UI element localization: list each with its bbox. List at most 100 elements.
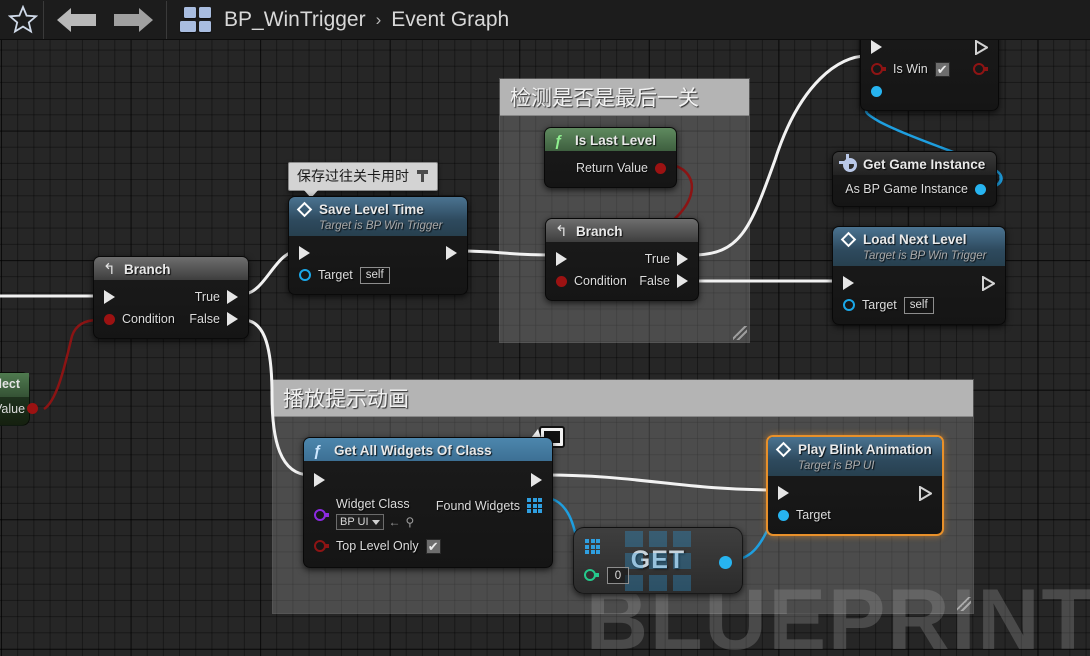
node-branch-left[interactable]: ↰ Branch True Condition False — [93, 256, 249, 339]
node-is-last-level[interactable]: ƒ Is Last Level Return Value — [544, 127, 677, 188]
object-output-pin[interactable] — [719, 556, 732, 569]
node-body: Target self — [289, 236, 467, 294]
diamond-icon — [775, 441, 792, 457]
exec-output-pin[interactable] — [982, 275, 995, 291]
node-header[interactable]: ƒ Get All Widgets Of Class — [304, 438, 552, 461]
node-header[interactable]: ƒ Is Last Level — [545, 128, 676, 151]
bool-input-pin-condition[interactable] — [556, 275, 567, 287]
exec-input-pin[interactable] — [299, 246, 310, 260]
node-title: Get All Widgets Of Class — [334, 442, 492, 458]
exec-input-pin[interactable] — [871, 40, 882, 54]
exec-output-pin[interactable] — [975, 39, 988, 55]
node-load-next-level[interactable]: Load Next Level Target is BP Win Trigger… — [832, 226, 1006, 325]
pin-row-target: Target self — [833, 294, 1005, 316]
pin-label-false: False — [189, 312, 220, 326]
node-header[interactable]: Load Next Level — [833, 227, 1005, 250]
browse-icon[interactable]: ⚲ — [406, 515, 415, 529]
exec-input-pin[interactable] — [314, 473, 325, 487]
exec-output-pin[interactable] — [446, 246, 457, 260]
pin-row-as-bp-game-instance: As BP Game Instance — [833, 178, 996, 200]
widget-class-dropdown[interactable]: BP UI — [336, 514, 384, 530]
target-value-field[interactable]: self — [903, 296, 934, 314]
node-title: Load Next Level — [863, 231, 967, 247]
breadcrumb: BP_WinTrigger › Event Graph — [224, 8, 509, 32]
node-play-blink-animation[interactable]: Play Blink Animation Target is BP UI Tar… — [766, 435, 944, 536]
node-header[interactable]: Play Blink Animation — [768, 437, 942, 460]
node-subtitle: Target is BP UI — [768, 460, 942, 476]
blueprint-graph-canvas[interactable]: BLUEPRINT Zoom -2 检测是否是最后一关 播放提示动画 — [0, 0, 1090, 656]
target-value-field[interactable]: self — [359, 266, 390, 284]
exec-input-pin[interactable] — [843, 276, 854, 290]
node-get-game-instance[interactable]: Get Game Instance As BP Game Instance — [832, 151, 997, 207]
int-input-pin-index[interactable] — [584, 569, 599, 581]
comment-header[interactable]: 播放提示动画 — [273, 380, 973, 417]
class-input-pin-widget-class[interactable] — [314, 509, 329, 521]
node-branch-middle[interactable]: ↰ Branch True Condition False — [545, 218, 699, 301]
favorite-star-button[interactable] — [8, 5, 38, 34]
pin-label-true: True — [644, 252, 670, 266]
back-button[interactable] — [55, 5, 99, 35]
array-output-pin-found-widgets[interactable] — [527, 498, 542, 513]
node-body: True Condition False — [94, 280, 248, 338]
back-arrow-icon[interactable]: ← — [389, 515, 401, 529]
pin-icon[interactable] — [416, 169, 429, 183]
bool-input-pin-condition[interactable] — [104, 313, 115, 325]
forward-button[interactable] — [111, 5, 155, 35]
bool-output-pin[interactable] — [27, 403, 38, 414]
node-comment-bubble-save-level-time[interactable]: 保存过往关卡用时 — [288, 162, 438, 198]
node-title: Branch — [576, 223, 623, 239]
exec-output-pin-true[interactable] — [227, 290, 238, 304]
comment-body — [500, 79, 749, 342]
diamond-icon — [840, 231, 857, 247]
editor-toolbar: BP_WinTrigger › Event Graph — [0, 0, 1090, 40]
pin-label-condition: Condition — [574, 274, 627, 288]
comment-header[interactable]: 检测是否是最后一关 — [500, 79, 749, 116]
exec-output-pin-false[interactable] — [227, 312, 238, 326]
node-body: Is Win ✔ — [861, 34, 998, 110]
exec-input-pin[interactable] — [104, 290, 115, 304]
object-input-pin-target[interactable] — [843, 299, 855, 311]
forward-arrow-icon — [114, 7, 153, 32]
breadcrumb-blueprint-name[interactable]: BP_WinTrigger — [224, 8, 366, 32]
bool-input-pin-top-level-only[interactable] — [314, 540, 329, 552]
bool-output-pin-return-value[interactable] — [655, 162, 666, 174]
exec-output-pin[interactable] — [531, 473, 542, 487]
exec-output-pin[interactable] — [919, 485, 932, 501]
node-header[interactable]: Get Game Instance — [833, 152, 996, 175]
pin-label-found-widgets: Found Widgets — [435, 498, 520, 513]
pin-label-as-bp-game-instance: As BP Game Instance — [845, 182, 968, 196]
partial-node-collect[interactable]: llect Value — [0, 372, 38, 426]
comment-resize-handle[interactable] — [733, 326, 747, 340]
node-header[interactable]: ↰ Branch — [94, 257, 248, 280]
is-win-checkbox[interactable]: ✔ — [934, 61, 950, 77]
object-input-pin-target[interactable] — [299, 269, 311, 281]
bool-output-pin[interactable] — [973, 63, 988, 75]
index-value-field[interactable]: 0 — [607, 567, 629, 584]
top-level-only-checkbox[interactable]: ✔ — [425, 538, 441, 554]
node-body: True Condition False — [546, 242, 698, 300]
node-subtitle: Target is BP Win Trigger — [833, 250, 1005, 266]
node-body: As BP Game Instance — [833, 175, 996, 206]
object-output-pin[interactable] — [975, 183, 986, 195]
branch-icon: ↰ — [103, 260, 116, 278]
node-save-level-time[interactable]: Save Level Time Target is BP Win Trigger… — [288, 196, 468, 295]
object-input-pin-target[interactable] — [871, 85, 882, 97]
comment-resize-handle[interactable] — [957, 597, 971, 611]
comment-box-check-last-level[interactable]: 检测是否是最后一关 — [499, 78, 750, 343]
node-header[interactable]: Save Level Time — [289, 197, 467, 220]
node-title: Is Last Level — [575, 132, 657, 148]
exec-output-pin-true[interactable] — [677, 252, 688, 266]
node-header[interactable]: ↰ Branch — [546, 219, 698, 242]
pin-label-target: Target — [318, 268, 353, 282]
breadcrumb-graph-name[interactable]: Event Graph — [391, 8, 509, 32]
exec-input-pin[interactable] — [778, 486, 789, 500]
object-input-pin-target[interactable] — [778, 509, 789, 521]
pin-row-exec — [833, 272, 1005, 294]
pin-row-exec — [289, 242, 467, 264]
bool-input-pin-is-win[interactable] — [871, 63, 886, 75]
exec-output-pin-false[interactable] — [677, 274, 688, 288]
pin-label-condition: Condition — [122, 312, 175, 326]
exec-input-pin[interactable] — [556, 252, 567, 266]
node-get-array-element[interactable]: 0 GET — [573, 527, 743, 594]
node-get-all-widgets-of-class[interactable]: ƒ Get All Widgets Of Class Widget Class — [303, 437, 553, 568]
